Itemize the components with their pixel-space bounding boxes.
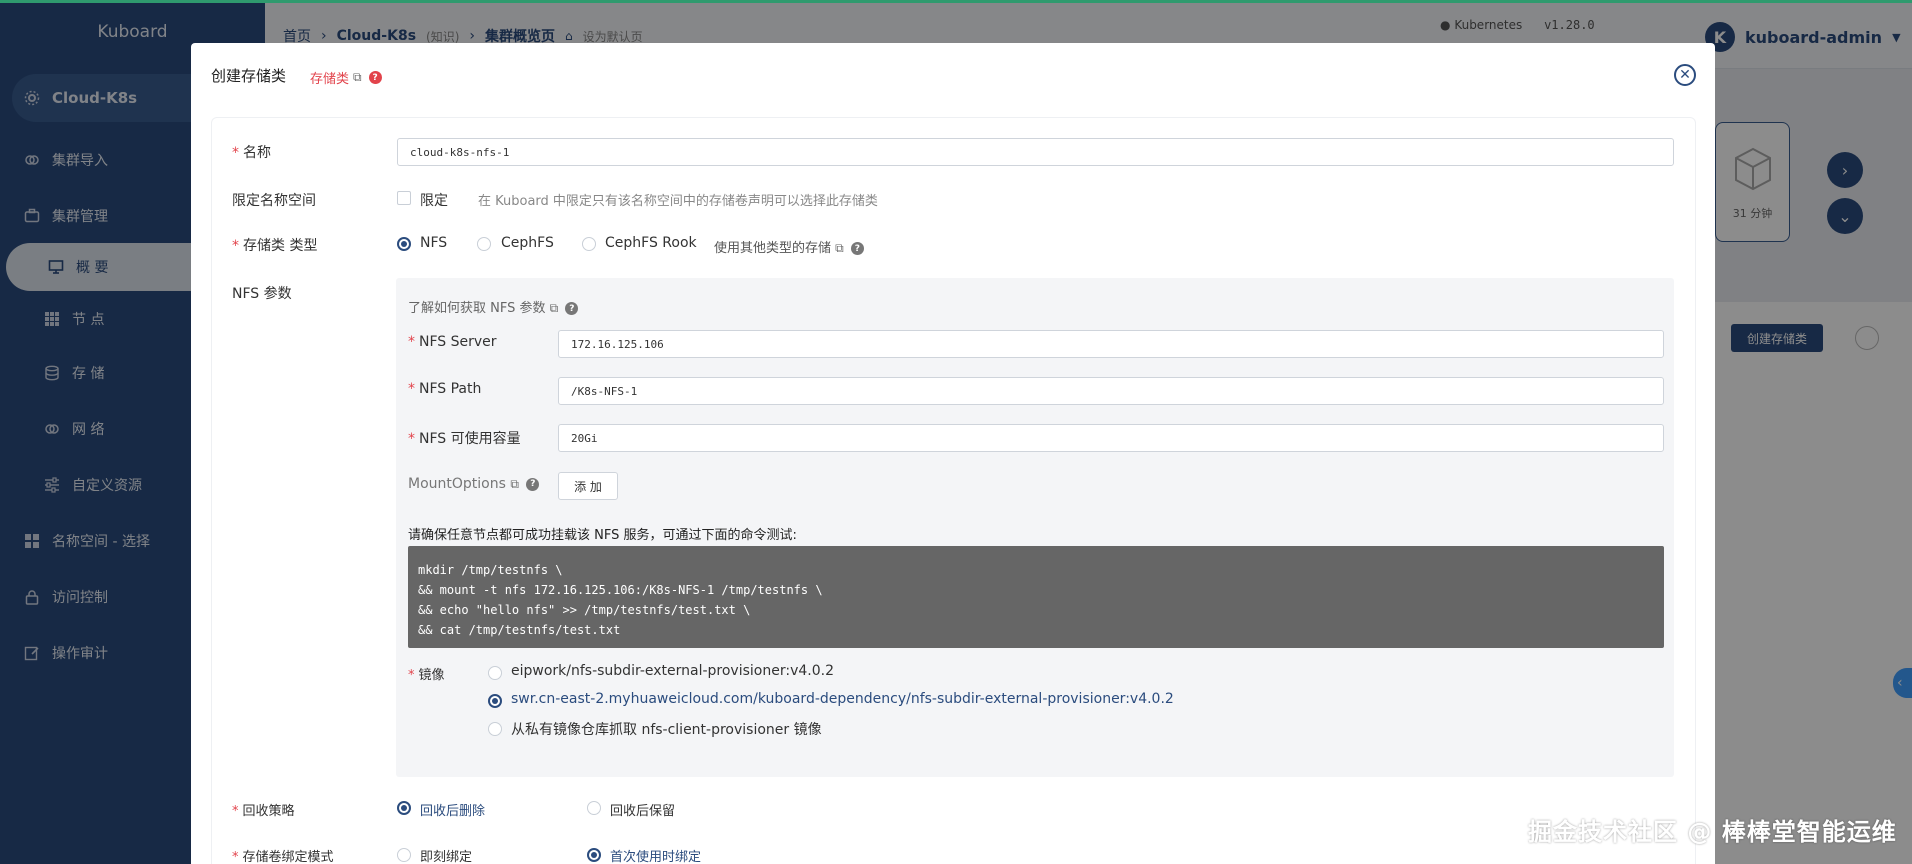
mount-options-label: MountOptions ⧉ ? — [408, 476, 540, 492]
image-option-eipwork: eipwork/nfs-subdir-external-provisioner:… — [511, 663, 834, 679]
nfs-server-label: * NFS Server — [408, 334, 497, 350]
code-line: && cat /tmp/testnfs/test.txt — [418, 623, 621, 637]
namespace-limit-checkbox-label: 限定 — [420, 193, 448, 209]
image-option-private: 从私有镜像仓库抓取 nfs-client-provisioner 镜像 — [511, 722, 822, 738]
top-accent-bar — [0, 0, 1912, 3]
storage-class-doc-link[interactable]: 存储类 ⧉ ? — [310, 68, 382, 87]
name-label: * 名称 — [232, 145, 271, 161]
nfs-params-label: NFS 参数 — [232, 286, 292, 302]
external-link-icon: ⧉ — [510, 477, 519, 491]
image-label: * 镜像 — [408, 668, 445, 683]
watermark-text: 掘金技术社区 @ 棒棒堂智能运维 — [1528, 818, 1897, 846]
binding-radio-immediate[interactable] — [397, 848, 411, 862]
image-radio-private[interactable] — [488, 722, 502, 736]
nfs-help-link[interactable]: 了解如何获取 NFS 参数 ⧉ ? — [408, 297, 579, 316]
other-type-link[interactable]: 使用其他类型的存储 ⧉ ? — [714, 237, 864, 256]
reclaim-radio-retain[interactable] — [587, 801, 601, 815]
storage-type-label: * 存储类 类型 — [232, 238, 318, 254]
help-icon: ? — [368, 71, 382, 84]
type-radio-cephfs[interactable] — [477, 237, 491, 251]
binding-radio-first-use[interactable] — [587, 848, 601, 862]
type-radio-cephfs-rook[interactable] — [582, 237, 596, 251]
external-link-icon: ⧉ — [835, 241, 844, 255]
close-icon: ✕ — [1679, 67, 1691, 83]
type-option-cephfs-rook: CephFS Rook — [605, 235, 697, 251]
nfs-capacity-input[interactable]: 20Gi — [558, 424, 1664, 452]
image-option-huaweicloud: swr.cn-east-2.myhuaweicloud.com/kuboard-… — [511, 691, 1174, 707]
nfs-help-label: 了解如何获取 NFS 参数 — [408, 301, 546, 316]
reclaim-policy-label: * 回收策略 — [232, 804, 295, 819]
command-code-block: mkdir /tmp/testnfs \ && mount -t nfs 172.… — [408, 546, 1664, 648]
help-icon: ? — [850, 242, 864, 255]
nfs-server-input[interactable]: 172.16.125.106 — [558, 330, 1664, 358]
reclaim-option-retain: 回收后保留 — [610, 804, 676, 819]
image-radio-eipwork[interactable] — [488, 666, 502, 680]
namespace-limit-checkbox[interactable] — [397, 191, 411, 205]
namespace-limit-label: 限定名称空间 — [232, 193, 316, 209]
code-line: && mount -t nfs 172.16.125.106:/K8s-NFS-… — [418, 583, 823, 597]
reclaim-option-delete: 回收后删除 — [420, 804, 486, 819]
binding-option-first-use: 首次使用时绑定 — [610, 850, 702, 864]
code-line: mkdir /tmp/testnfs \ — [418, 563, 563, 577]
command-title: 请确保任意节点都可成功挂载该 NFS 服务，可通过下面的命令测试: — [408, 528, 797, 543]
nfs-path-input[interactable]: /K8s-NFS-1 — [558, 377, 1664, 405]
binding-option-immediate: 即刻绑定 — [420, 850, 473, 864]
external-link-icon: ⧉ — [549, 301, 559, 315]
image-radio-huaweicloud[interactable] — [488, 694, 502, 708]
type-radio-nfs[interactable] — [397, 237, 411, 251]
help-icon: ? — [526, 477, 540, 491]
other-type-link-label: 使用其他类型的存储 — [714, 241, 832, 256]
namespace-limit-hint: 在 Kuboard 中限定只有该名称空间中的存储卷声明可以选择此存储类 — [478, 194, 878, 209]
code-line: && echo "hello nfs" >> /tmp/testnfs/test… — [418, 603, 751, 617]
add-mount-option-button[interactable]: 添 加 — [558, 472, 618, 500]
dialog-title: 创建存储类 — [211, 67, 287, 85]
reclaim-radio-delete[interactable] — [397, 801, 411, 815]
doc-link-label: 存储类 — [310, 72, 350, 87]
close-button[interactable]: ✕ — [1674, 64, 1696, 86]
type-option-nfs: NFS — [420, 235, 448, 251]
nfs-path-label: * NFS Path — [408, 381, 482, 397]
binding-mode-label: * 存储卷绑定模式 — [232, 850, 334, 864]
nfs-capacity-label: * NFS 可使用容量 — [408, 431, 521, 447]
name-input[interactable]: cloud-k8s-nfs-1 — [397, 138, 1674, 166]
external-link-icon: ⧉ — [353, 70, 362, 84]
type-option-cephfs: CephFS — [501, 235, 554, 251]
help-icon: ? — [565, 302, 579, 315]
